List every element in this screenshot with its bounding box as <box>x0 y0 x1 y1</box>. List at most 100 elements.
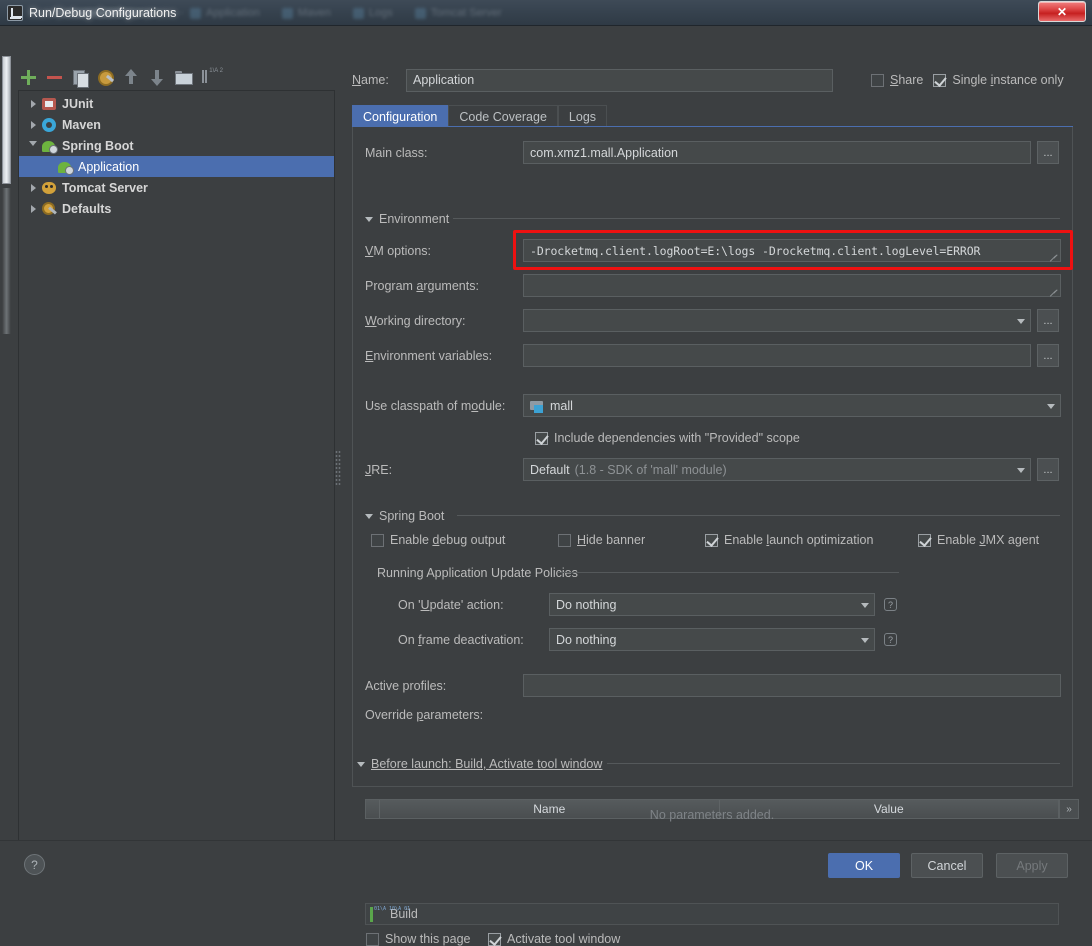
enable-debug-output-label: Enable debug output <box>390 533 506 547</box>
classpath-module-combo[interactable]: mall <box>523 394 1061 417</box>
include-provided-label: Include dependencies with "Provided" sco… <box>554 431 800 445</box>
on-update-action-combo[interactable]: Do nothing <box>549 593 875 616</box>
on-frame-deactivation-combo[interactable]: Do nothing <box>549 628 875 651</box>
chevron-down-icon[interactable] <box>861 638 869 643</box>
panel-splitter[interactable] <box>333 90 343 860</box>
activate-tool-window-checkbox-box[interactable] <box>488 932 501 946</box>
enable-jmx-agent-checkbox[interactable]: Enable JMX agent <box>918 533 1039 547</box>
main-class-input[interactable] <box>523 141 1031 164</box>
chevron-right-icon[interactable] <box>25 120 41 129</box>
sidebar-item-tomcat-server[interactable]: Tomcat Server <box>19 177 334 198</box>
tab-logs[interactable]: Logs <box>557 105 608 127</box>
before-launch-group-header[interactable]: Before launch: Build, Activate tool wind… <box>357 757 602 771</box>
tab-configuration[interactable]: Configuration <box>352 105 449 127</box>
configuration-tab-panel: Main class: ... Environment VM options: <box>352 127 1079 946</box>
name-row: Name: Share Single instance only <box>352 68 1072 92</box>
jre-browse-button[interactable]: ... <box>1037 458 1059 481</box>
before-launch-task-list[interactable]: Build <box>365 903 1059 925</box>
sidebar-item-defaults[interactable]: Defaults <box>19 198 334 219</box>
single-instance-checkbox[interactable]: Single instance only <box>933 73 1064 87</box>
on-update-action-label: On 'Update' action: <box>398 597 504 612</box>
jre-value: Default <box>530 462 570 477</box>
tab-code-coverage[interactable]: Code Coverage <box>448 105 558 127</box>
move-down-button[interactable] <box>147 67 167 87</box>
create-folder-button[interactable] <box>173 67 193 87</box>
copy-configuration-button[interactable] <box>70 67 90 88</box>
enable-jmx-agent-checkbox-box[interactable] <box>918 533 931 547</box>
chevron-right-icon[interactable] <box>25 183 41 192</box>
configurations-toolbar <box>18 64 223 90</box>
on-update-help-icon[interactable]: ? <box>884 598 897 611</box>
enable-debug-output-checkbox[interactable]: Enable debug output <box>371 533 505 547</box>
working-directory-browse-button[interactable]: ... <box>1037 309 1059 332</box>
vm-options-label: VM options: <box>365 243 432 258</box>
environment-group-header[interactable]: Environment <box>365 212 449 226</box>
enable-launch-optimization-label: Enable launch optimization <box>724 533 874 547</box>
remove-configuration-button[interactable] <box>44 67 64 87</box>
ok-button[interactable]: OK <box>828 853 900 878</box>
splitter-grip-icon[interactable] <box>335 450 341 486</box>
sidebar-item-junit[interactable]: JUnit <box>19 93 334 114</box>
sidebar-item-spring-boot[interactable]: Spring Boot <box>19 135 334 156</box>
include-provided-checkbox-box[interactable] <box>535 431 548 445</box>
expand-editor-icon[interactable] <box>1049 286 1058 295</box>
single-instance-checkbox-box[interactable] <box>933 73 947 87</box>
group-divider <box>607 763 1060 764</box>
table-overflow-button[interactable]: » <box>1059 799 1079 819</box>
activate-tool-window-checkbox[interactable]: Activate tool window <box>488 932 620 946</box>
configurations-tree: JUnit Maven Spring Boot Application Tomc… <box>19 91 334 219</box>
enable-launch-optimization-checkbox-box[interactable] <box>705 533 718 547</box>
scrollbar-track[interactable] <box>2 188 11 334</box>
chevron-down-icon[interactable] <box>25 141 41 150</box>
activate-tool-window-label: Activate tool window <box>507 932 621 946</box>
main-class-browse-button[interactable]: ... <box>1037 141 1059 164</box>
close-icon[interactable]: ✕ <box>1038 1 1086 22</box>
cancel-button[interactable]: Cancel <box>911 853 983 878</box>
chevron-down-icon[interactable] <box>357 761 365 767</box>
show-this-page-checkbox-box[interactable] <box>366 932 379 946</box>
dialog-footer: ? OK Cancel Apply <box>0 840 1092 896</box>
environment-group-label: Environment <box>379 212 450 226</box>
edit-templates-button[interactable] <box>95 67 115 87</box>
show-this-page-checkbox[interactable]: Show this page <box>366 932 470 946</box>
on-frame-deactivation-value: Do nothing <box>556 632 617 647</box>
add-configuration-button[interactable] <box>18 67 38 87</box>
chevron-down-icon[interactable] <box>1017 319 1025 324</box>
chevron-right-icon[interactable] <box>25 99 41 108</box>
help-icon[interactable]: ? <box>24 854 45 875</box>
group-divider <box>558 572 899 573</box>
hide-banner-checkbox[interactable]: Hide banner <box>558 533 645 547</box>
tomcat-icon <box>41 180 57 196</box>
chevron-down-icon[interactable] <box>365 513 373 519</box>
move-up-button[interactable] <box>121 67 141 87</box>
apply-button[interactable]: Apply <box>996 853 1068 878</box>
chevron-right-icon[interactable] <box>25 204 41 213</box>
environment-variables-browse-button[interactable]: ... <box>1037 344 1059 367</box>
environment-variables-input[interactable] <box>523 344 1031 367</box>
hide-banner-checkbox-box[interactable] <box>558 533 571 547</box>
scrollbar-thumb[interactable] <box>2 56 11 184</box>
active-profiles-input[interactable] <box>523 674 1061 697</box>
maven-icon <box>41 117 57 133</box>
sort-configurations-button[interactable] <box>198 67 223 87</box>
working-directory-combo[interactable] <box>523 309 1031 332</box>
chevron-down-icon[interactable] <box>1017 468 1025 473</box>
name-input[interactable] <box>406 68 833 92</box>
share-checkbox-box[interactable] <box>871 73 884 87</box>
classpath-module-label: Use classpath of module: <box>365 398 506 413</box>
on-frame-help-icon[interactable]: ? <box>884 633 897 646</box>
program-arguments-input[interactable] <box>523 274 1061 297</box>
sidebar-item-application[interactable]: Application <box>19 156 334 177</box>
spring-icon <box>57 159 74 175</box>
chevron-down-icon[interactable] <box>365 216 373 222</box>
chevron-down-icon[interactable] <box>1047 404 1055 409</box>
jre-combo[interactable]: Default (1.8 - SDK of 'mall' module) <box>523 458 1031 481</box>
include-provided-checkbox[interactable]: Include dependencies with "Provided" sco… <box>535 431 800 445</box>
left-scrollbar[interactable] <box>2 56 11 336</box>
chevron-down-icon[interactable] <box>861 603 869 608</box>
enable-debug-output-checkbox-box[interactable] <box>371 533 384 547</box>
spring-boot-group-header[interactable]: Spring Boot <box>365 509 444 523</box>
sidebar-item-maven[interactable]: Maven <box>19 114 334 135</box>
share-checkbox[interactable]: Share <box>871 73 923 87</box>
enable-launch-optimization-checkbox[interactable]: Enable launch optimization <box>705 533 873 547</box>
